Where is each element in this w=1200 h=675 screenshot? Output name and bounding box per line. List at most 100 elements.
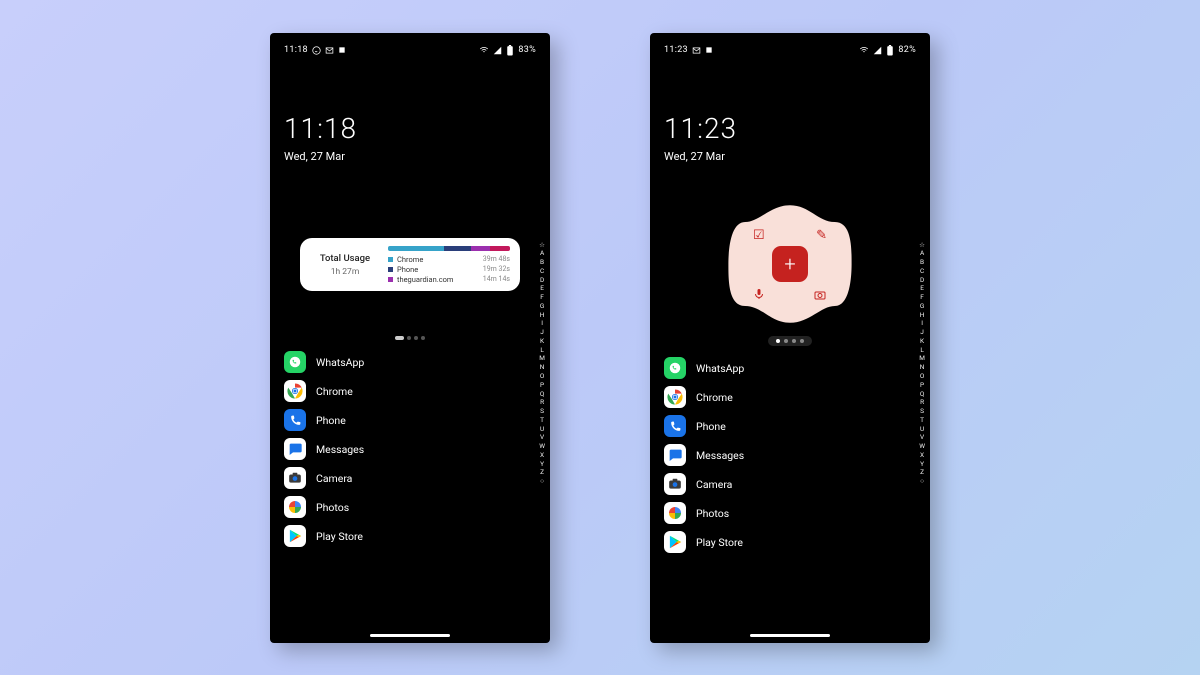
alpha-P[interactable]: P — [919, 381, 925, 390]
app-label: Camera — [696, 478, 732, 491]
clock-date: Wed, 27 Mar — [664, 150, 916, 163]
alpha-T[interactable]: T — [919, 416, 925, 425]
keep-add-button[interactable]: + — [772, 246, 808, 282]
alpha-P[interactable]: P — [539, 381, 545, 390]
alpha-B[interactable]: B — [919, 258, 925, 267]
alpha-C[interactable]: C — [539, 267, 545, 276]
pencil-icon[interactable]: ✎ — [816, 228, 827, 243]
app-label: Play Store — [696, 536, 743, 549]
signal-icon — [873, 46, 882, 55]
alpha-X[interactable]: X — [539, 451, 545, 460]
alpha-I[interactable]: I — [919, 319, 925, 328]
alpha-K[interactable]: K — [539, 337, 545, 346]
alpha-C[interactable]: C — [919, 267, 925, 276]
alpha-X[interactable]: X — [919, 451, 925, 460]
alpha-○[interactable]: ○ — [919, 477, 925, 486]
alpha-A[interactable]: A — [539, 249, 545, 258]
alpha-H[interactable]: H — [539, 311, 545, 320]
alpha-Y[interactable]: Y — [919, 460, 925, 469]
nav-pill[interactable] — [370, 634, 450, 637]
alpha-M[interactable]: M — [539, 354, 545, 363]
alpha-N[interactable]: N — [919, 363, 925, 372]
alpha-R[interactable]: R — [919, 398, 925, 407]
alpha-L[interactable]: L — [539, 346, 545, 355]
alpha-E[interactable]: E — [919, 284, 925, 293]
alpha-T[interactable]: T — [539, 416, 545, 425]
alpha-J[interactable]: J — [919, 328, 925, 337]
mic-icon[interactable] — [753, 287, 765, 301]
alpha-F[interactable]: F — [539, 293, 545, 302]
gmail-icon — [692, 46, 701, 55]
app-play[interactable]: Play Store — [664, 528, 916, 557]
app-chrome[interactable]: Chrome — [664, 383, 916, 412]
alpha-L[interactable]: L — [919, 346, 925, 355]
alpha-☆[interactable]: ☆ — [539, 241, 545, 250]
alpha-B[interactable]: B — [539, 258, 545, 267]
alpha-D[interactable]: D — [539, 276, 545, 285]
app-label: Messages — [316, 443, 364, 456]
clock-date: Wed, 27 Mar — [284, 150, 536, 163]
clock-widget[interactable]: 11:23 Wed, 27 Mar — [664, 112, 916, 163]
app-photos[interactable]: Photos — [664, 499, 916, 528]
usage-row: Chrome39m 48s — [388, 255, 510, 264]
app-phone[interactable]: Phone — [284, 406, 536, 435]
app-whatsapp[interactable]: WhatsApp — [284, 348, 536, 377]
alpha-S[interactable]: S — [919, 407, 925, 416]
alpha-O[interactable]: O — [919, 372, 925, 381]
checkbox-icon[interactable]: ☑ — [753, 228, 765, 243]
alpha-K[interactable]: K — [919, 337, 925, 346]
alpha-○[interactable]: ○ — [539, 477, 545, 486]
clock-time: 11:23 — [664, 112, 916, 145]
battery-icon — [506, 45, 514, 56]
keep-widget[interactable]: + ☑ ✎ — [720, 194, 860, 334]
page-indicator[interactable] — [284, 336, 536, 340]
alpha-G[interactable]: G — [919, 302, 925, 311]
alpha-E[interactable]: E — [539, 284, 545, 293]
alpha-index[interactable]: ☆ABCDEFGHIJKLMNOPQRSTUVWXYZ○ — [919, 241, 925, 486]
alpha-G[interactable]: G — [539, 302, 545, 311]
alpha-Y[interactable]: Y — [539, 460, 545, 469]
camera-icon[interactable] — [813, 289, 827, 301]
alpha-R[interactable]: R — [539, 398, 545, 407]
alpha-Q[interactable]: Q — [539, 390, 545, 399]
alpha-W[interactable]: W — [539, 442, 545, 451]
app-camera[interactable]: Camera — [664, 470, 916, 499]
alpha-V[interactable]: V — [919, 433, 925, 442]
alpha-A[interactable]: A — [919, 249, 925, 258]
alpha-U[interactable]: U — [539, 425, 545, 434]
alpha-Q[interactable]: Q — [919, 390, 925, 399]
usage-row: theguardian.com14m 14s — [388, 275, 510, 284]
whatsapp-icon — [312, 46, 321, 55]
app-phone[interactable]: Phone — [664, 412, 916, 441]
alpha-D[interactable]: D — [919, 276, 925, 285]
app-chrome[interactable]: Chrome — [284, 377, 536, 406]
alpha-W[interactable]: W — [919, 442, 925, 451]
alpha-M[interactable]: M — [919, 354, 925, 363]
app-whatsapp[interactable]: WhatsApp — [664, 354, 916, 383]
app-play[interactable]: Play Store — [284, 522, 536, 551]
alpha-J[interactable]: J — [539, 328, 545, 337]
app-label: Chrome — [316, 385, 353, 398]
app-messages[interactable]: Messages — [664, 441, 916, 470]
alpha-U[interactable]: U — [919, 425, 925, 434]
alpha-O[interactable]: O — [539, 372, 545, 381]
battery-pct: 82% — [898, 45, 916, 55]
app-label: WhatsApp — [316, 356, 364, 369]
alpha-V[interactable]: V — [539, 433, 545, 442]
app-camera[interactable]: Camera — [284, 464, 536, 493]
alpha-H[interactable]: H — [919, 311, 925, 320]
app-photos[interactable]: Photos — [284, 493, 536, 522]
alpha-Z[interactable]: Z — [539, 468, 545, 477]
page-indicator[interactable] — [664, 336, 916, 346]
alpha-F[interactable]: F — [919, 293, 925, 302]
alpha-Z[interactable]: Z — [919, 468, 925, 477]
alpha-☆[interactable]: ☆ — [919, 241, 925, 250]
alpha-index[interactable]: ☆ABCDEFGHIJKLMNOPQRSTUVWXYZ○ — [539, 241, 545, 486]
alpha-N[interactable]: N — [539, 363, 545, 372]
clock-widget[interactable]: 11:18 Wed, 27 Mar — [284, 112, 536, 163]
app-messages[interactable]: Messages — [284, 435, 536, 464]
alpha-I[interactable]: I — [539, 319, 545, 328]
alpha-S[interactable]: S — [539, 407, 545, 416]
usage-widget[interactable]: Total Usage 1h 27m Chrome39m 48sPhone19m… — [300, 238, 520, 291]
nav-pill[interactable] — [750, 634, 830, 637]
